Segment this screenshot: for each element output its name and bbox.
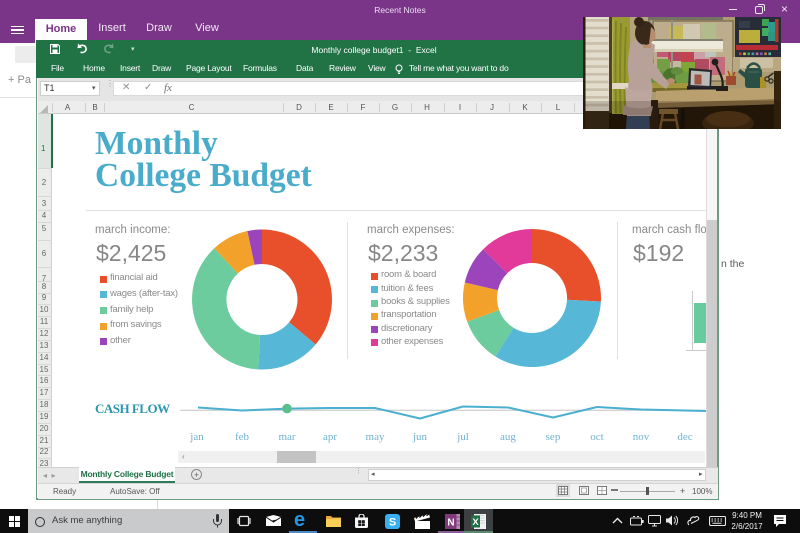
svg-text:S: S	[389, 517, 396, 529]
svg-text:N: N	[447, 518, 454, 529]
svg-text:X: X	[472, 517, 479, 528]
